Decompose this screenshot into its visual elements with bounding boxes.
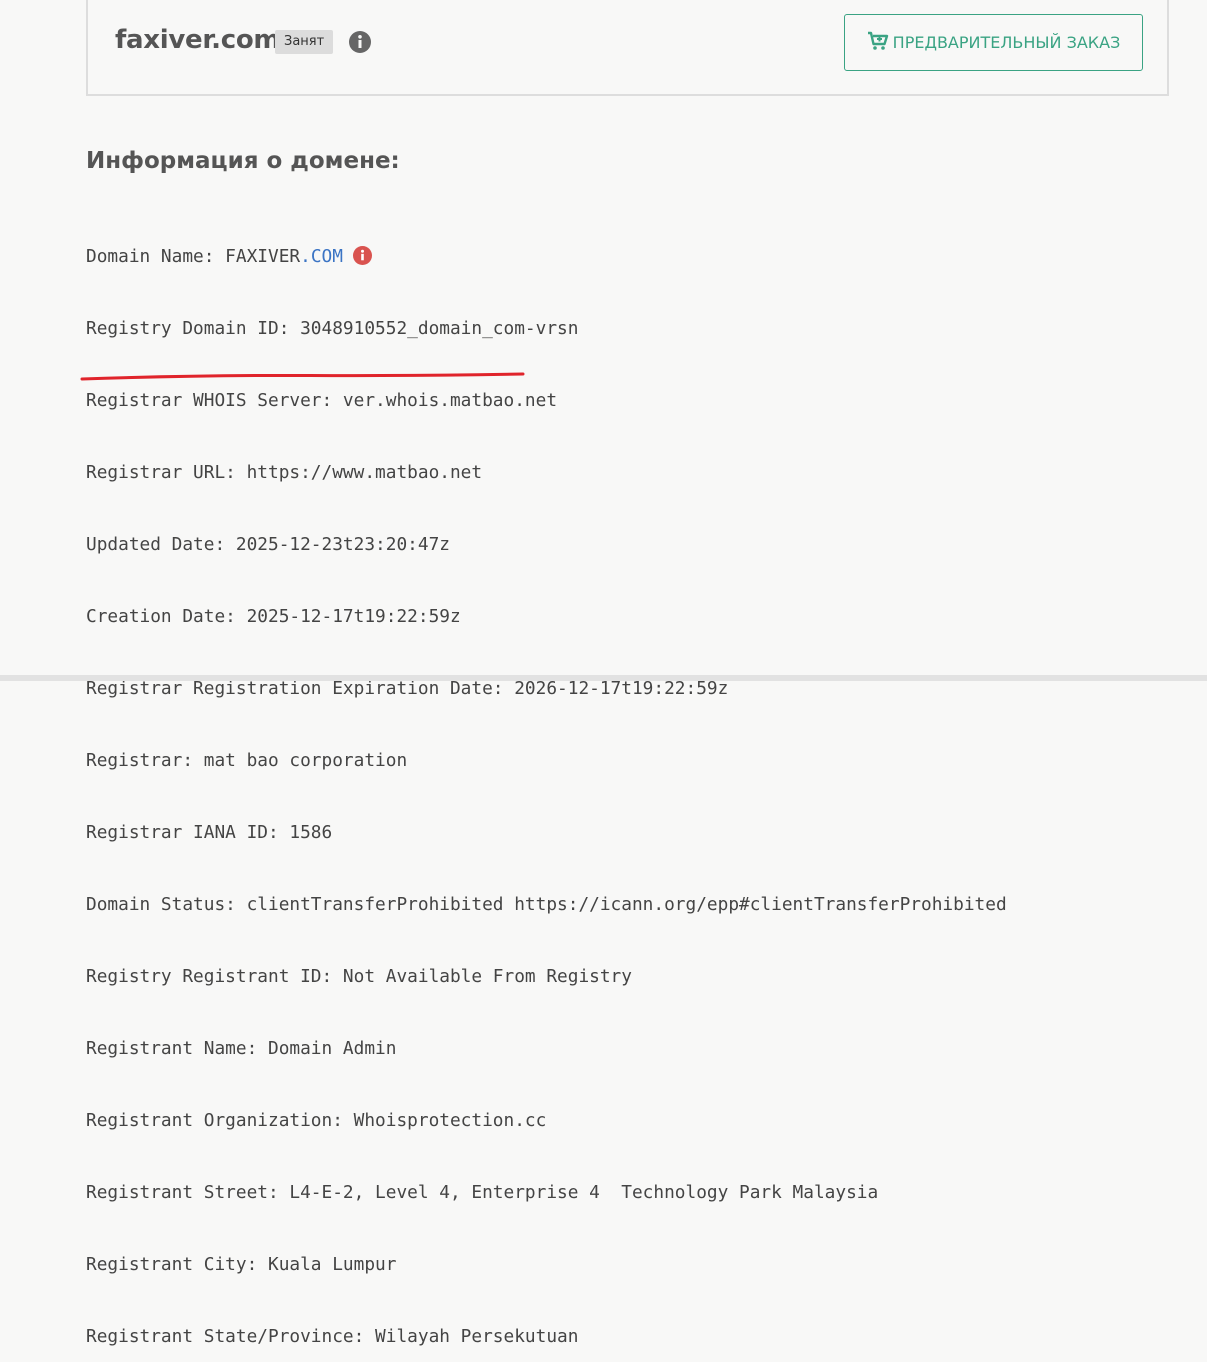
preorder-label: ПРЕДВАРИТЕЛЬНЫЙ ЗАКАЗ — [892, 33, 1121, 52]
domain-card: faxiver.com Занят ПРЕДВАРИТЕЛЬНЫЙ ЗАКАЗ — [86, 0, 1169, 96]
whois-domain-label: Domain Name: — [86, 246, 226, 267]
whois-line: Registrant Name: Domain Admin — [86, 1038, 397, 1059]
info-icon[interactable] — [348, 30, 372, 54]
whois-line: Registrar URL: https://www.matbao.net — [86, 462, 483, 483]
page-bottom-edge — [0, 675, 1207, 681]
whois-line: Registrant State/Province: Wilayah Perse… — [86, 1326, 579, 1347]
whois-line: Updated Date: 2025-12-23t23:20:47z — [86, 534, 450, 555]
whois-line: Registrant Organization: Whoisprotection… — [86, 1110, 547, 1131]
whois-record: Domain Name: FAXIVER.COM Registry Domain… — [86, 202, 1007, 1362]
cart-plus-icon — [867, 31, 893, 55]
status-badge: Занят — [275, 30, 334, 54]
whois-line: Registrar: mat bao corporation — [86, 750, 408, 771]
whois-line: Registrant Street: L4-E-2, Level 4, Ente… — [86, 1182, 879, 1203]
whois-line: Registrar IANA ID: 1586 — [86, 822, 333, 843]
domain-name: faxiver.com — [115, 25, 281, 55]
preorder-button[interactable]: ПРЕДВАРИТЕЛЬНЫЙ ЗАКАЗ — [844, 14, 1143, 71]
whois-line: Registrant City: Kuala Lumpur — [86, 1254, 397, 1275]
whois-domain-tld: .COM — [300, 246, 343, 267]
section-title: Информация о домене: — [86, 148, 400, 174]
alert-info-icon[interactable] — [352, 246, 372, 265]
whois-line: Registry Domain ID: 3048910552_domain_co… — [86, 318, 579, 339]
whois-line-creation-date: Creation Date: 2025-12-17t19:22:59z — [86, 606, 461, 627]
whois-line: Registrar WHOIS Server: ver.whois.matbao… — [86, 390, 558, 411]
whois-line: Registry Registrant ID: Not Available Fr… — [86, 966, 632, 987]
whois-line: Domain Status: clientTransferProhibited … — [86, 894, 1007, 915]
whois-domain-base: FAXIVER — [225, 246, 301, 267]
whois-line-domain-name: Domain Name: FAXIVER.COM — [86, 244, 1007, 274]
